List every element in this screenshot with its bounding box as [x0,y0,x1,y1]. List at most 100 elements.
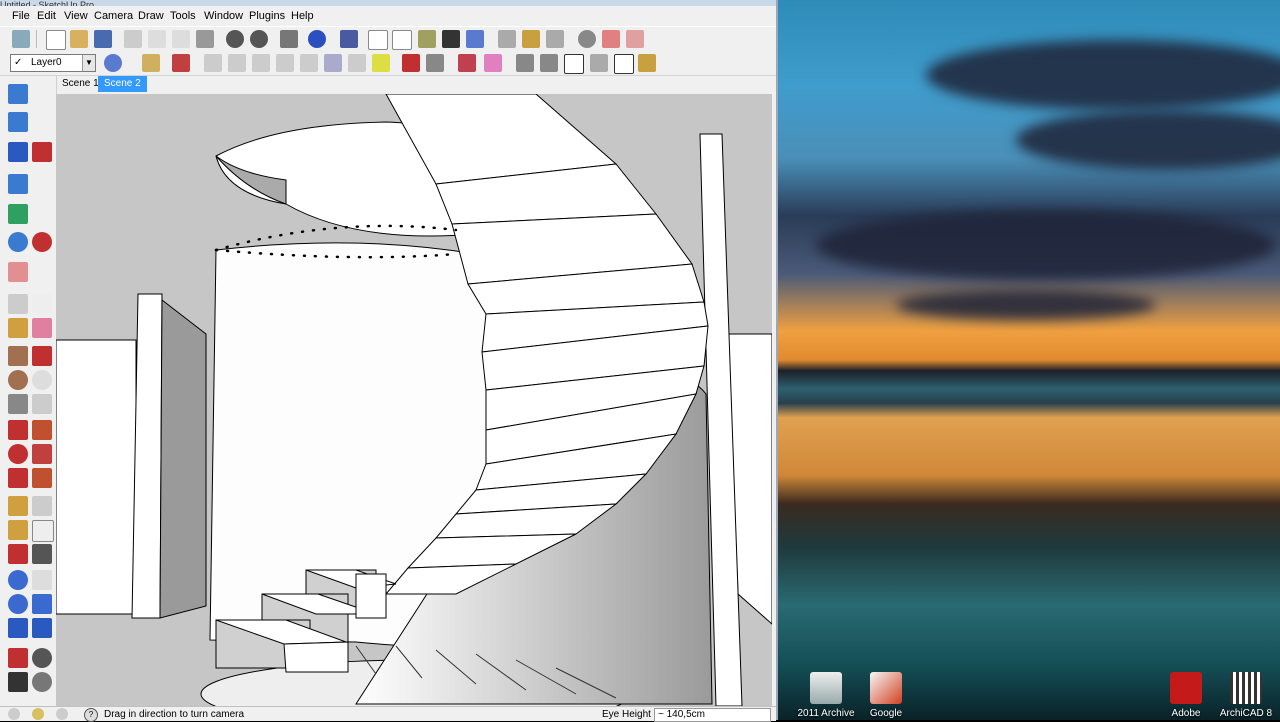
scale-red-icon[interactable] [8,468,28,488]
look-around-icon[interactable] [32,648,52,668]
desktop-icon-archicad[interactable]: ArchiCAD 8 [1208,672,1280,719]
save-icon[interactable] [94,30,112,48]
position-camera-icon[interactable] [8,648,28,668]
upload-icon[interactable] [522,30,540,48]
right-view-icon[interactable] [590,54,608,72]
follow-me-red-icon[interactable] [32,444,52,464]
menu-file[interactable]: File [12,10,30,22]
tab-scene-2[interactable]: Scene 2 [98,76,147,92]
shaded-textures-icon[interactable] [442,30,460,48]
component-option-icon[interactable] [8,262,28,282]
text-icon[interactable] [32,520,54,542]
getting-started-icon[interactable] [12,30,30,48]
undo-icon[interactable] [226,30,244,48]
intersect-icon[interactable] [276,54,294,72]
offset-icon[interactable] [252,54,270,72]
credits-icon[interactable] [32,708,44,720]
menu-edit[interactable]: Edit [37,10,56,22]
monochrome-icon[interactable] [466,30,484,48]
rotate-icon[interactable] [8,232,28,252]
print-icon[interactable] [280,30,298,48]
hidden-line-icon[interactable] [392,30,412,50]
circle-icon[interactable] [8,370,28,390]
component-red-icon[interactable] [602,30,620,48]
section-icon[interactable] [32,672,52,692]
paint-icon[interactable] [8,318,28,338]
wireframe-icon[interactable] [368,30,388,50]
offset-red-icon[interactable] [32,468,52,488]
rotate-red-icon[interactable] [8,444,28,464]
previous-icon[interactable] [32,618,52,638]
toggle-terrain-icon[interactable] [484,54,502,72]
menu-window[interactable]: Window [204,10,243,22]
menu-draw[interactable]: Draw [138,10,164,22]
freehand-icon[interactable] [32,394,52,414]
pan-icon[interactable] [32,570,52,590]
split-icon[interactable] [324,54,342,72]
component-box-icon[interactable] [32,294,52,314]
shaded-icon[interactable] [418,30,436,48]
next-view-icon[interactable] [426,54,444,72]
new-file-icon[interactable] [46,30,66,50]
sandbox-icon[interactable] [578,30,596,48]
top-view-icon[interactable] [540,54,558,72]
menu-camera[interactable]: Camera [94,10,133,22]
rotate-ccw-icon[interactable] [32,232,52,252]
line-icon[interactable] [32,346,52,366]
copy-icon[interactable] [148,30,166,48]
move-icon[interactable] [8,420,28,440]
previous-view-icon[interactable] [402,54,420,72]
arc-icon[interactable] [32,370,52,390]
arrow-select-icon[interactable] [8,294,28,314]
polygon-icon[interactable] [8,394,28,414]
geo-location-icon[interactable] [8,708,20,720]
3d-text-icon[interactable] [32,544,52,564]
push-pull-red-icon[interactable] [32,420,52,440]
desktop-icon-google[interactable]: Google [848,672,924,719]
cut-icon[interactable] [124,30,142,48]
iso-view-icon[interactable] [516,54,534,72]
download-icon[interactable] [546,30,564,48]
move-down-icon[interactable] [32,142,52,162]
scale-icon[interactable] [8,174,28,194]
menu-plugins[interactable]: Plugins [249,10,285,22]
rectangle-icon[interactable] [8,346,28,366]
push-pull-icon[interactable] [8,142,28,162]
orbit-tool-icon[interactable] [8,570,28,590]
outer-shell-icon[interactable] [372,54,390,72]
front-view-icon[interactable] [564,54,584,74]
erase-icon[interactable] [196,30,214,48]
select-icon[interactable] [8,84,28,104]
add-location-icon[interactable] [458,54,476,72]
follow-me-icon[interactable] [228,54,246,72]
menu-view[interactable]: View [64,10,88,22]
layer-dropdown[interactable]: ✓ Layer0 ▼ [10,54,96,72]
axes-icon[interactable] [8,544,28,564]
pencil-icon[interactable] [172,54,190,72]
paint-bucket-icon[interactable] [142,54,160,72]
orbit-icon[interactable] [498,30,516,48]
tape-measure-icon[interactable] [8,496,28,516]
xray-icon[interactable] [340,30,358,48]
chevron-down-icon[interactable]: ▼ [82,55,95,71]
make-component-icon[interactable] [8,112,28,132]
zoom-window-icon[interactable] [32,594,52,614]
layer-manager-icon[interactable] [104,54,122,72]
open-file-icon[interactable] [70,30,88,48]
paste-icon[interactable] [172,30,190,48]
left-view-icon[interactable] [638,54,656,72]
flip-icon[interactable] [8,204,28,224]
zoom-icon[interactable] [8,594,28,614]
trim-icon[interactable] [348,54,366,72]
zoom-extents-icon[interactable] [8,618,28,638]
drawing-area[interactable] [56,94,772,706]
redo-icon[interactable] [250,30,268,48]
back-view-icon[interactable] [614,54,634,74]
component-pink-icon[interactable] [626,30,644,48]
menu-tools[interactable]: Tools [170,10,196,22]
union-icon[interactable] [300,54,318,72]
model-info-icon[interactable] [308,30,326,48]
dimension-icon[interactable] [32,496,52,516]
protractor-icon[interactable] [8,520,28,540]
menu-help[interactable]: Help [291,10,314,22]
